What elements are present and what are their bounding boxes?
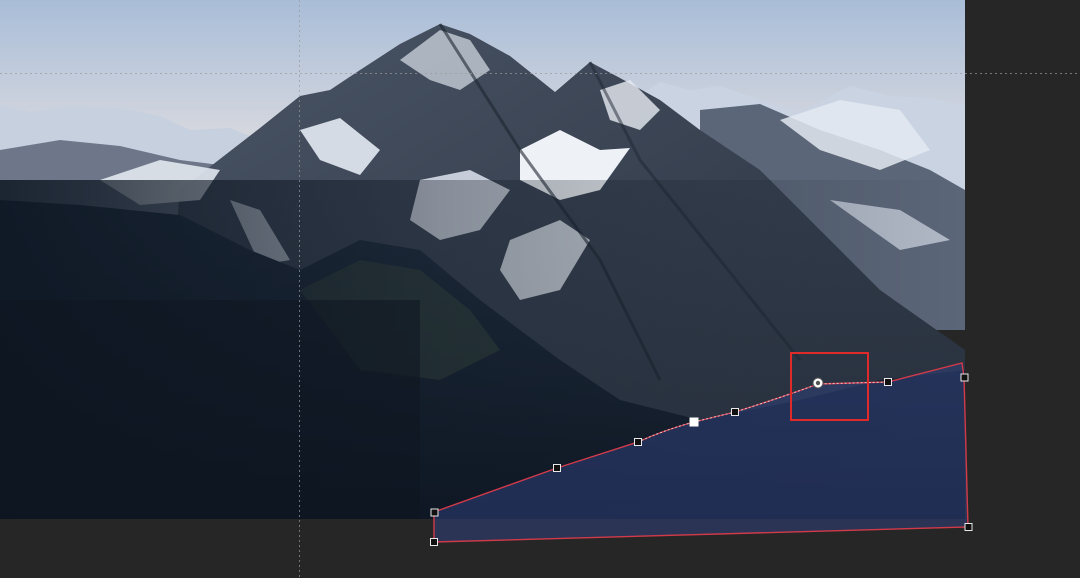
anchor-handle[interactable]	[960, 373, 969, 382]
anchor-handle[interactable]	[430, 538, 438, 546]
anchor-handle[interactable]	[553, 464, 561, 472]
anchor-handle[interactable]	[731, 408, 739, 416]
anchor-handle[interactable]	[884, 378, 892, 386]
active-anchor-handle[interactable]	[689, 417, 699, 427]
anchor-handle[interactable]	[430, 508, 439, 517]
anchor-handle[interactable]	[964, 523, 973, 531]
anchor-handle[interactable]	[634, 438, 642, 446]
editor-canvas[interactable]	[0, 0, 1080, 578]
